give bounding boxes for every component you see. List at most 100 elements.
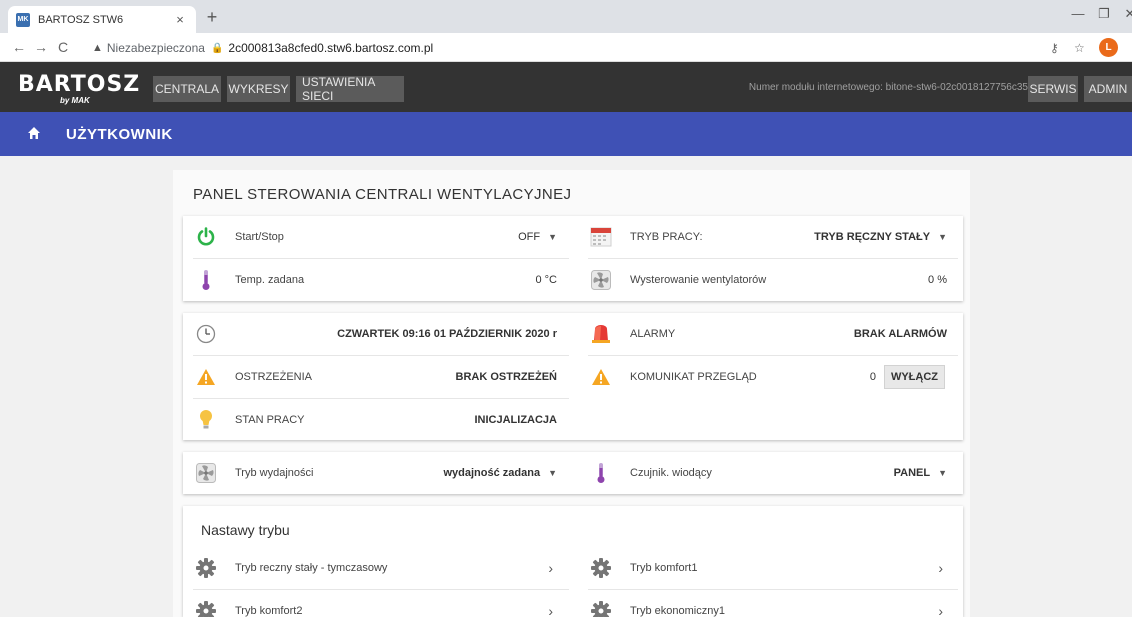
nastawy-item[interactable]: Tryb reczny stały - tymczasowy › bbox=[183, 547, 573, 589]
app-header: BARTOSZ by MAK CENTRALA WYKRESY USTAWIEN… bbox=[0, 62, 1132, 112]
insecure-label: Niezabezpieczona bbox=[106, 41, 205, 55]
page-title: UŻYTKOWNIK bbox=[66, 126, 173, 143]
brand-logo[interactable]: BARTOSZ bbox=[18, 72, 140, 97]
start-stop-row[interactable]: Start/Stop OFF ▼ bbox=[183, 216, 573, 258]
browser-tab[interactable]: MK BARTOSZ STW6 × bbox=[8, 6, 196, 33]
ostrzezenia-value: BRAK OSTRZEŻEŃ bbox=[455, 371, 557, 383]
tryb-pracy-select[interactable]: TRYB RĘCZNY STAŁY bbox=[814, 231, 930, 243]
alarmy-row: ALARMY BRAK ALARMÓW bbox=[578, 313, 963, 355]
start-stop-value[interactable]: OFF ▼ bbox=[518, 231, 557, 243]
tryb-pracy-label: TRYB PRACY: bbox=[630, 231, 703, 243]
alarmy-label: ALARMY bbox=[630, 328, 676, 340]
tab-close-icon[interactable]: × bbox=[172, 12, 188, 27]
tryb-pracy-value[interactable]: TRYB RĘCZNY STAŁY ▼ bbox=[814, 231, 947, 243]
chevron-right-icon: › bbox=[548, 560, 553, 576]
gear-icon bbox=[195, 600, 217, 617]
reload-icon[interactable]: C bbox=[52, 39, 74, 55]
ostrzezenia-label: OSTRZEŻENIA bbox=[235, 371, 313, 383]
new-tab-button[interactable]: + bbox=[202, 8, 222, 26]
tryb-wydajnosci-label: Tryb wydajności bbox=[235, 467, 314, 479]
tryb-wydajnosci-row[interactable]: Tryb wydajności wydajność zadana ▼ bbox=[183, 452, 573, 494]
chevron-down-icon: ▼ bbox=[548, 232, 557, 242]
close-window-icon[interactable]: ✕ bbox=[1120, 6, 1132, 22]
warning-icon bbox=[195, 366, 217, 388]
chevron-down-icon: ▼ bbox=[548, 468, 557, 478]
chevron-right-icon: › bbox=[938, 560, 943, 576]
chevron-down-icon: ▼ bbox=[938, 232, 947, 242]
lightbulb-icon bbox=[195, 409, 217, 431]
nastawy-title: Nastawy trybu bbox=[201, 522, 290, 538]
minimize-icon[interactable]: — bbox=[1068, 6, 1088, 21]
home-icon[interactable] bbox=[27, 126, 41, 143]
nav-ustawienia-sieci-button[interactable]: USTAWIENIA SIECI bbox=[296, 75, 404, 103]
wylacz-button[interactable]: WYŁĄCZ bbox=[883, 365, 945, 389]
control-panel: PANEL STEROWANIA CENTRALI WENTYLACYJNEJ … bbox=[173, 170, 970, 617]
chevron-right-icon: › bbox=[938, 603, 943, 617]
gear-icon bbox=[195, 557, 217, 579]
thermometer-icon bbox=[195, 269, 217, 291]
star-icon[interactable]: ☆ bbox=[1074, 41, 1085, 55]
stan-pracy-row: STAN PRACY INICJALIZACJA bbox=[183, 399, 573, 441]
temp-zadana-value: 0 °C bbox=[535, 274, 557, 286]
wysterowanie-value: 0 % bbox=[928, 274, 947, 286]
forward-icon[interactable]: → bbox=[30, 39, 52, 55]
czujnik-label: Czujnik. wiodący bbox=[630, 467, 712, 479]
url-field[interactable]: ▲ Niezabezpieczona 🔒 2c000813a8cfed0.stw… bbox=[92, 38, 433, 58]
nastawy-item[interactable]: Tryb ekonomiczny1 › bbox=[578, 590, 963, 617]
nastawy-card: Nastawy trybu Tryb reczny stały - tymcza… bbox=[183, 506, 963, 617]
nastawy-item-label: Tryb reczny stały - tymczasowy bbox=[235, 562, 388, 574]
fan-icon bbox=[195, 462, 217, 484]
serwis-button[interactable]: SERWIS bbox=[1028, 76, 1078, 102]
nastawy-item-label: Tryb komfort2 bbox=[235, 605, 303, 617]
settings-card: Tryb wydajności wydajność zadana ▼ Czujni… bbox=[183, 452, 963, 494]
site-favicon-icon: MK bbox=[16, 12, 30, 27]
back-icon[interactable]: ← bbox=[8, 39, 30, 55]
info-card: CZWARTEK 09:16 01 PAŹDZIERNIK 2020 r OST… bbox=[183, 313, 963, 440]
ostrzezenia-row: OSTRZEŻENIA BRAK OSTRZEŻEŃ bbox=[183, 356, 573, 398]
address-bar: ← → C ▲ Niezabezpieczona 🔒 2c000813a8cfe… bbox=[0, 33, 1132, 62]
chevron-right-icon: › bbox=[548, 603, 553, 617]
temp-zadana-label: Temp. zadana bbox=[235, 274, 305, 286]
gear-icon bbox=[590, 600, 612, 617]
nav-wykresy-button[interactable]: WYKRESY bbox=[227, 76, 290, 102]
alarmy-value: BRAK ALARMÓW bbox=[853, 328, 947, 340]
start-stop-label: Start/Stop bbox=[235, 231, 284, 243]
key-icon[interactable]: ⚷ bbox=[1050, 41, 1059, 55]
wysterowanie-row: Wysterowanie wentylatorów 0 % bbox=[578, 259, 963, 301]
profile-avatar[interactable]: L bbox=[1099, 38, 1118, 57]
nastawy-item-label: Tryb komfort1 bbox=[630, 562, 698, 574]
url-text: 2c000813a8cfed0.stw6.bartosz.com.pl bbox=[228, 41, 434, 55]
komunikat-value-group: 0 WYŁĄCZ bbox=[870, 365, 945, 389]
tryb-wydajnosci-value[interactable]: wydajność zadana ▼ bbox=[443, 467, 557, 479]
komunikat-label: KOMUNIKAT PRZEGLĄD bbox=[630, 371, 757, 383]
brand-logo-sub: by MAK bbox=[60, 96, 90, 105]
fan-icon bbox=[590, 269, 612, 291]
admin-button[interactable]: ADMIN bbox=[1084, 76, 1132, 102]
power-icon bbox=[195, 226, 217, 248]
datetime-row: CZWARTEK 09:16 01 PAŹDZIERNIK 2020 r bbox=[183, 313, 573, 355]
warning-icon bbox=[590, 366, 612, 388]
tryb-pracy-row[interactable]: TRYB PRACY: TRYB RĘCZNY STAŁY ▼ bbox=[578, 216, 963, 258]
clock-icon bbox=[195, 323, 217, 345]
temp-zadana-row: Temp. zadana 0 °C bbox=[183, 259, 573, 301]
nav-centrala-button[interactable]: CENTRALA bbox=[153, 76, 221, 102]
stan-pracy-value: INICJALIZACJA bbox=[474, 414, 557, 426]
panel-title: PANEL STEROWANIA CENTRALI WENTYLACYJNEJ bbox=[193, 186, 572, 203]
gear-icon bbox=[590, 557, 612, 579]
czujnik-row[interactable]: Czujnik. wiodący PANEL ▼ bbox=[578, 452, 963, 494]
thermometer-icon bbox=[590, 462, 612, 484]
tab-title: BARTOSZ STW6 bbox=[38, 13, 124, 26]
wysterowanie-label: Wysterowanie wentylatorów bbox=[630, 274, 767, 286]
start-stop-select[interactable]: OFF bbox=[518, 231, 540, 243]
nastawy-item[interactable]: Tryb komfort2 › bbox=[183, 590, 573, 617]
nastawy-item-label: Tryb ekonomiczny1 bbox=[630, 605, 725, 617]
warning-icon: ▲ bbox=[92, 42, 103, 54]
czujnik-select[interactable]: PANEL bbox=[894, 467, 930, 479]
komunikat-row: KOMUNIKAT PRZEGLĄD 0 WYŁĄCZ bbox=[578, 356, 963, 398]
restore-icon[interactable]: ❐ bbox=[1094, 6, 1114, 22]
status-card: Start/Stop OFF ▼ Temp. zadana 0 °C TRYB P… bbox=[183, 216, 963, 301]
nastawy-item[interactable]: Tryb komfort1 › bbox=[578, 547, 963, 589]
chevron-down-icon: ▼ bbox=[938, 468, 947, 478]
tryb-wydajnosci-select[interactable]: wydajność zadana bbox=[443, 467, 540, 479]
czujnik-value[interactable]: PANEL ▼ bbox=[894, 467, 947, 479]
